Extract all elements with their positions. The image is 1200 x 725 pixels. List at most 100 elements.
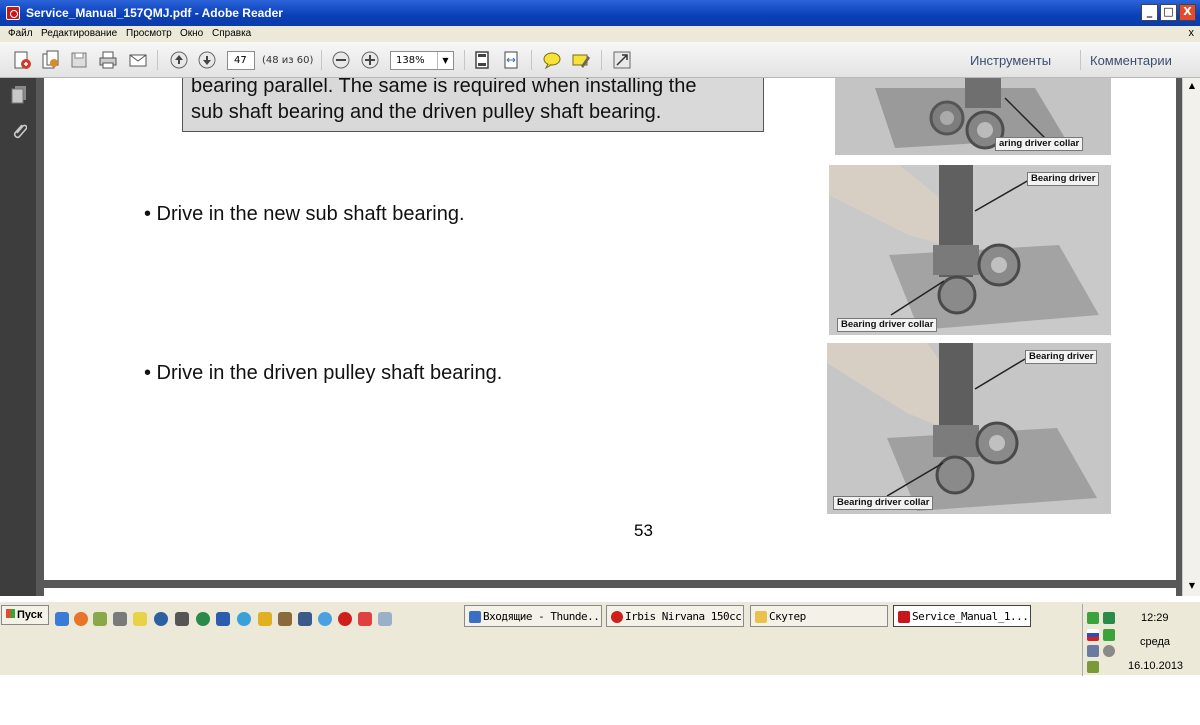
quicklaunch-opera-icon[interactable] — [338, 612, 352, 626]
document-viewport[interactable]: bearing parallel. The same is required w… — [36, 78, 1182, 596]
attachments-icon[interactable] — [11, 122, 28, 143]
minimize-button[interactable]: _ — [1141, 4, 1158, 21]
quicklaunch-folder-icon[interactable] — [133, 612, 147, 626]
quicklaunch-mail-icon[interactable] — [93, 612, 107, 626]
next-page-edge — [44, 580, 1176, 596]
page-thumbnails-icon[interactable] — [11, 86, 27, 107]
zoom-out-icon[interactable] — [330, 49, 352, 71]
chevron-down-icon[interactable]: ▼ — [437, 52, 453, 69]
task-adobe-reader[interactable]: Service_Manual_1... — [893, 605, 1031, 627]
next-page-icon[interactable] — [196, 49, 218, 71]
email-icon[interactable] — [127, 49, 149, 71]
taskbar: Пуск Входящие - Thunde... Irbis Nirvana … — [0, 600, 1200, 676]
print-icon[interactable] — [97, 49, 119, 71]
comment-icon[interactable] — [541, 49, 563, 71]
quicklaunch-word-icon[interactable] — [216, 612, 230, 626]
adobe-reader-icon — [898, 611, 910, 623]
page-number-input[interactable]: 47 — [227, 51, 255, 70]
tray-language-icon[interactable] — [1087, 629, 1099, 641]
scroll-down-arrow-icon[interactable]: ▼ — [1186, 581, 1198, 593]
bullet-driven-pulley: • Drive in the driven pulley shaft beari… — [144, 362, 503, 384]
task-folder[interactable]: Скутер — [750, 605, 888, 627]
quicklaunch-globe-icon[interactable] — [196, 612, 210, 626]
screen: Service_Manual_157QMJ.pdf - Adobe Reader… — [0, 0, 1200, 725]
toolbar-separator — [531, 50, 532, 70]
quicklaunch-yandex-icon[interactable] — [358, 612, 372, 626]
task-label: Irbis Nirvana 150cc ... — [625, 610, 743, 623]
folder-icon — [755, 611, 767, 623]
system-tray: 12:29 среда 16.10.2013 — [1082, 604, 1198, 676]
close-document-icon[interactable]: x — [1189, 27, 1195, 39]
tray-usb-icon[interactable] — [1087, 661, 1099, 673]
task-opera[interactable]: Irbis Nirvana 150cc ... — [606, 605, 744, 627]
task-label: Входящие - Thunde... — [483, 610, 602, 623]
save-icon[interactable] — [68, 49, 90, 71]
thunderbird-icon — [469, 611, 481, 623]
menu-bar: Файл Редактирование Просмотр Окно Справк… — [0, 26, 1200, 42]
toolbar-separator — [157, 50, 158, 70]
zoom-select[interactable]: 138% ▼ — [390, 51, 454, 70]
note-box: bearing parallel. The same is required w… — [182, 78, 764, 132]
window-title: Service_Manual_157QMJ.pdf - Adobe Reader — [26, 6, 283, 20]
zoom-value: 138% — [396, 55, 425, 66]
menu-window[interactable]: Окно — [180, 28, 203, 39]
combine-files-icon[interactable] — [40, 49, 62, 71]
create-pdf-icon[interactable] — [11, 49, 33, 71]
toolbar-separator — [321, 50, 322, 70]
start-button[interactable]: Пуск — [1, 605, 49, 625]
full-screen-icon[interactable] — [611, 49, 633, 71]
photo-caption: Bearing driver collar — [837, 318, 938, 332]
fit-width-icon[interactable] — [500, 49, 522, 71]
scroll-up-arrow-icon[interactable]: ▲ — [1186, 81, 1198, 93]
toolbar: 47 (48 из 60) 138% ▼ Инструменты Коммент… — [0, 42, 1200, 78]
tray-network-icon[interactable] — [1087, 612, 1099, 624]
clock-day: среда — [1140, 636, 1171, 648]
quicklaunch-desktop-icon[interactable] — [55, 612, 69, 626]
quicklaunch-misc-icon[interactable] — [378, 612, 392, 626]
photo-driven-pulley-bearing: Bearing driver Bearing driver collar — [827, 343, 1111, 514]
close-button[interactable]: X — [1179, 4, 1196, 21]
clock-time[interactable]: 12:29 — [1141, 612, 1169, 624]
note-line: sub shaft bearing and the driven pulley … — [191, 101, 662, 123]
previous-page-icon[interactable] — [168, 49, 190, 71]
comments-button[interactable]: Комментарии — [1090, 53, 1172, 68]
quicklaunch-thunderbird-icon[interactable] — [154, 612, 168, 626]
tray-update-icon[interactable] — [1103, 612, 1115, 624]
menu-file[interactable]: Файл — [8, 28, 33, 39]
toolbar-separator — [1080, 50, 1081, 70]
tray-monitor-icon[interactable] — [1087, 645, 1099, 657]
title-bar[interactable]: Service_Manual_157QMJ.pdf - Adobe Reader… — [0, 0, 1200, 26]
quicklaunch-browser-icon[interactable] — [318, 612, 332, 626]
quicklaunch-signature-icon[interactable] — [298, 612, 312, 626]
start-label: Пуск — [17, 609, 43, 621]
quicklaunch-firefox-icon[interactable] — [74, 612, 88, 626]
tools-button[interactable]: Инструменты — [970, 53, 1051, 68]
highlight-icon[interactable] — [570, 49, 592, 71]
bullet-sub-shaft: • Drive in the new sub shaft bearing. — [144, 203, 465, 225]
quicklaunch-ie-icon[interactable] — [237, 612, 251, 626]
opera-icon — [611, 611, 623, 623]
pdf-page: bearing parallel. The same is required w… — [44, 78, 1176, 580]
task-label: Скутер — [769, 610, 806, 623]
menu-view[interactable]: Просмотр — [126, 28, 172, 39]
menu-help[interactable]: Справка — [212, 28, 251, 39]
quicklaunch-calculator-icon[interactable] — [113, 612, 127, 626]
fit-page-icon[interactable] — [471, 49, 493, 71]
toolbar-separator — [464, 50, 465, 70]
quicklaunch-computer-icon[interactable] — [175, 612, 189, 626]
quicklaunch-tool-icon[interactable] — [258, 612, 272, 626]
next-page-strip — [44, 588, 1176, 596]
maximize-button[interactable]: □ — [1160, 4, 1177, 21]
photo-caption: Bearing driver collar — [833, 496, 934, 510]
task-thunderbird[interactable]: Входящие - Thunde... — [464, 605, 602, 627]
menu-edit[interactable]: Редактирование — [41, 28, 117, 39]
tray-shield-icon[interactable] — [1103, 629, 1115, 641]
tray-volume-icon[interactable] — [1103, 645, 1115, 657]
vertical-scrollbar[interactable]: ▲ ▼ — [1182, 78, 1200, 596]
zoom-in-icon[interactable] — [359, 49, 381, 71]
quicklaunch-notes-icon[interactable] — [278, 612, 292, 626]
photo-caption: Bearing driver — [1027, 172, 1100, 186]
photo-caption: aring driver collar — [995, 137, 1084, 151]
windows-logo-icon — [6, 609, 15, 618]
note-line: bearing parallel. The same is required w… — [191, 78, 697, 97]
